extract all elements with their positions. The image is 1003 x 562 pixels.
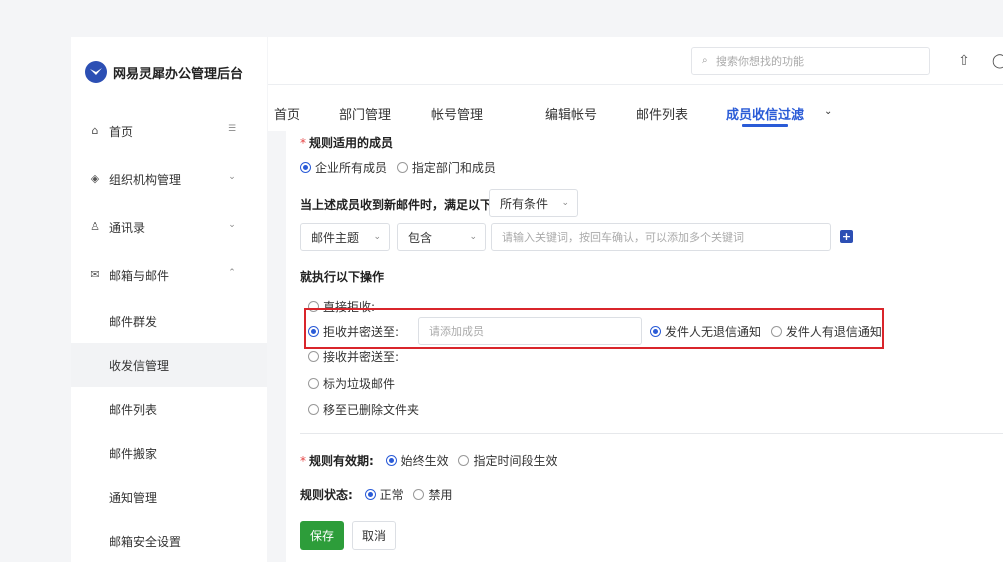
radio-always-valid[interactable]: 始终生效 [385,454,449,468]
radio-empty-icon [308,351,319,362]
cancel-button[interactable]: 取消 [352,521,396,550]
radio-empty-icon [770,326,782,337]
members-section-label: * 规则适用的成员 [300,136,394,150]
radio-selected-icon [300,162,311,173]
sidebar-item-label: 组织机构管理 [109,172,182,187]
sidebar: 网易灵犀办公管理后台 ⌂ 首页 ☰ ◈ 组织机构管理 ⌄ ♙ 通讯录 ⌄ ✉ 邮… [71,37,267,562]
sidebar-item-org[interactable]: ◈ 组织机构管理 ⌄ [71,155,267,203]
required-mark: * [300,454,306,468]
radio-selected-icon [308,326,319,337]
radio-status-disabled[interactable]: 禁用 [413,488,453,502]
chevron-down-icon: ⌄ [228,220,236,230]
save-button[interactable]: 保存 [300,521,344,550]
brand: 网易灵犀办公管理后台 [85,61,243,83]
radio-empty-icon [308,404,319,415]
sidebar-subitem-security[interactable]: 邮箱安全设置 [71,519,267,562]
chevron-down-icon: ⌄ [373,232,381,242]
tab-accounts[interactable]: 帐号管理 [431,104,483,123]
radio-reject-and-bcc[interactable]: 拒收并密送至: [308,323,399,340]
status-row: 规则状态: 正常 禁用 [300,488,453,502]
radio-specific-members[interactable]: 指定部门和成员 [396,161,496,175]
sidebar-item-label: 邮箱与邮件 [109,268,170,283]
field-select[interactable]: 邮件主题 ⌄ [300,223,390,251]
condition-select[interactable]: 所有条件 ⌄ [489,189,578,217]
chevron-up-icon: ⌃ [228,268,236,278]
radio-empty-icon [396,162,408,173]
action-section-label: 就执行以下操作 [300,270,385,284]
sidebar-item-label: 通讯录 [109,220,146,235]
validity-row: * 规则有效期: 始终生效 指定时间段生效 [300,454,558,468]
keyword-input[interactable]: 请输入关键词，按回车确认，可以添加多个关键词 [491,223,831,251]
mail-icon: ✉ [90,268,100,281]
sidebar-subitem-mail-list[interactable]: 邮件列表 [71,387,267,431]
tabs-more-chevron-icon[interactable]: ⌄ [824,106,832,117]
radio-empty-icon [308,378,319,389]
radio-bounce-notice[interactable]: 发件人有退信通知 [770,325,882,339]
rule-form: * 规则适用的成员 企业所有成员 指定部门和成员 当上述成员收到新邮件时，满足以下… [286,131,1003,562]
sidebar-subitem-notification[interactable]: 通知管理 [71,475,267,519]
tab-member-filter[interactable]: 成员收信过滤 [726,104,804,127]
radio-selected-icon [650,326,661,337]
radio-period-valid[interactable]: 指定时间段生效 [458,454,558,468]
collapse-sidebar-icon[interactable]: ☰ [227,124,237,134]
chevron-down-icon: ⌄ [228,172,236,182]
radio-mark-spam[interactable]: 标为垃圾邮件 [308,375,395,392]
add-member-input[interactable]: 请添加成员 [418,317,642,345]
radio-selected-icon [364,489,376,500]
contacts-icon: ♙ [90,220,100,233]
required-mark: * [300,136,306,150]
radio-status-normal[interactable]: 正常 [364,488,404,502]
radio-no-bounce-notice[interactable]: 发件人无退信通知 [650,325,761,339]
tab-home[interactable]: 首页 [274,104,300,123]
sidebar-item-mail[interactable]: ✉ 邮箱与邮件 ⌃ [71,251,267,299]
tab-edit-account[interactable]: 编辑帐号 [545,104,597,123]
bounce-radio-group: 发件人无退信通知 发件人有退信通知 [650,323,882,340]
sidebar-nav: ⌂ 首页 ☰ ◈ 组织机构管理 ⌄ ♙ 通讯录 ⌄ ✉ 邮箱与邮件 ⌃ 邮件群发… [71,107,267,562]
radio-accept-and-bcc[interactable]: 接收并密送至: [308,348,399,365]
sidebar-subitem-bulk-mail[interactable]: 邮件群发 [71,299,267,343]
condition-label: 当上述成员收到新邮件时，满足以下 [300,198,493,212]
chevron-down-icon: ⌄ [469,232,477,242]
tab-departments[interactable]: 部门管理 [339,104,391,123]
sidebar-subitem-migration[interactable]: 邮件搬家 [71,431,267,475]
org-icon: ◈ [90,172,100,185]
top-bar: ⌕ 搜索你想找的功能 ⇧ ◯ [268,37,1003,85]
brand-logo-icon [85,61,107,83]
radio-all-members[interactable]: 企业所有成员 [300,161,387,175]
members-radio-group: 企业所有成员 指定部门和成员 [300,159,496,176]
tab-bar: 首页 部门管理 帐号管理 编辑帐号 邮件列表 成员收信过滤 ⌄ [268,85,1003,131]
radio-empty-icon [413,489,425,500]
app-title: 网易灵犀办公管理后台 [113,66,244,82]
search-placeholder: 搜索你想找的功能 [716,55,804,68]
sidebar-item-home[interactable]: ⌂ 首页 ☰ [71,107,267,155]
radio-selected-icon [385,455,397,466]
search-input[interactable]: ⌕ 搜索你想找的功能 [691,47,930,75]
tab-mail-list[interactable]: 邮件列表 [636,104,688,123]
add-condition-icon[interactable]: + [840,230,853,243]
chevron-down-icon: ⌄ [561,198,569,208]
help-icon[interactable]: ◯ [992,52,1003,70]
search-icon: ⌕ [702,55,708,66]
sidebar-item-label: 首页 [109,124,134,139]
radio-move-trash[interactable]: 移至已删除文件夹 [308,401,419,418]
upload-icon[interactable]: ⇧ [956,52,972,70]
radio-empty-icon [458,455,470,466]
divider [300,433,1003,434]
sidebar-item-contacts[interactable]: ♙ 通讯录 ⌄ [71,203,267,251]
home-icon: ⌂ [91,124,99,137]
operator-select[interactable]: 包含 ⌄ [397,223,486,251]
sidebar-subitem-send-receive[interactable]: 收发信管理 [71,343,267,387]
